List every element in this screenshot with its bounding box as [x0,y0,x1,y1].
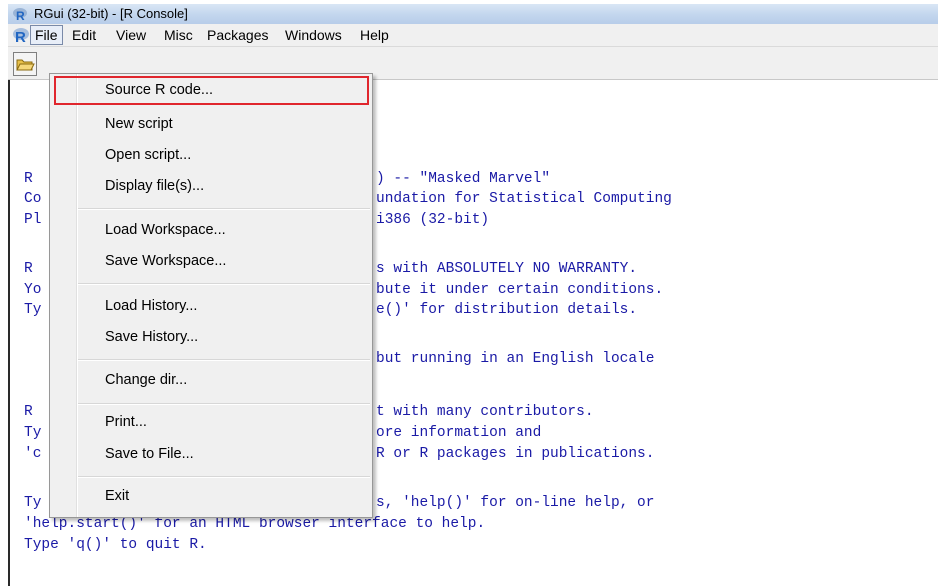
console-line: 'help.start()' for an HTML browser inter… [24,516,486,532]
menu-item-print[interactable]: Print... [105,414,147,430]
menu-view[interactable]: View [112,26,150,44]
console-line: Pl [24,212,42,228]
console-line: e()' for distribution details. [376,302,638,318]
menu-windows[interactable]: Windows [281,26,346,44]
console-line: ore information and [376,425,542,441]
console-line: R [24,171,33,187]
menu-file[interactable]: File [30,25,63,45]
menu-separator [78,208,370,210]
menu-help[interactable]: Help [356,26,393,44]
open-folder-icon [16,59,35,71]
console-line: but running in an English locale [376,351,655,367]
menu-gutter [76,74,78,517]
file-menu-dropdown: Source R code... New script Open script.… [49,73,373,518]
menu-misc[interactable]: Misc [160,26,197,44]
menu-separator [78,359,370,361]
title-bar: R RGui (32-bit) - [R Console] [8,4,938,25]
console-line: ) -- "Masked Marvel" [376,171,551,187]
menu-item-save-workspace[interactable]: Save Workspace... [105,253,226,269]
console-line: s with ABSOLUTELY NO WARRANTY. [376,261,638,277]
console-line: R [24,261,33,277]
svg-text:R: R [16,9,25,22]
window-title: RGui (32-bit) - [R Console] [34,6,188,21]
menu-item-exit[interactable]: Exit [105,488,129,504]
menu-bar: R File Edit View Misc Packages Windows H… [8,24,938,47]
console-line: bute it under certain conditions. [376,282,664,298]
rgui-window: R RGui (32-bit) - [R Console] R File Edi… [0,0,938,586]
menu-edit[interactable]: Edit [68,26,100,44]
console-line: s, 'help()' for on-line help, or [376,495,655,511]
console-line: Ty [24,302,42,318]
menu-item-new-script[interactable]: New script [105,116,173,132]
open-script-button[interactable] [13,52,37,76]
menu-item-save-to-file[interactable]: Save to File... [105,446,194,462]
r-logo-icon: R [13,8,27,22]
menu-separator [78,403,370,405]
menu-item-load-history[interactable]: Load History... [105,298,197,314]
console-line: R or R packages in publications. [376,446,655,462]
menu-separator [78,283,370,285]
console-line: undation for Statistical Computing [376,191,672,207]
menu-separator [78,476,370,478]
console-line: Ty [24,495,42,511]
svg-text:R: R [15,29,26,43]
console-line: Ty [24,425,42,441]
r-logo-icon[interactable]: R [12,27,30,43]
menu-item-load-workspace[interactable]: Load Workspace... [105,222,226,238]
console-line: i386 (32-bit) [376,212,490,228]
console-line: Yo [24,282,42,298]
menu-packages[interactable]: Packages [203,26,272,44]
menu-item-change-dir[interactable]: Change dir... [105,372,187,388]
menu-item-open-script[interactable]: Open script... [105,147,191,163]
source-r-code-highlight [54,76,369,105]
console-line: t with many contributors. [376,404,594,420]
console-line: 'c [24,446,42,462]
console-line: R [24,404,33,420]
menu-item-display-files[interactable]: Display file(s)... [105,178,204,194]
console-line: Type 'q()' to quit R. [24,537,207,553]
menu-item-save-history[interactable]: Save History... [105,329,198,345]
console-line: Co [24,191,42,207]
